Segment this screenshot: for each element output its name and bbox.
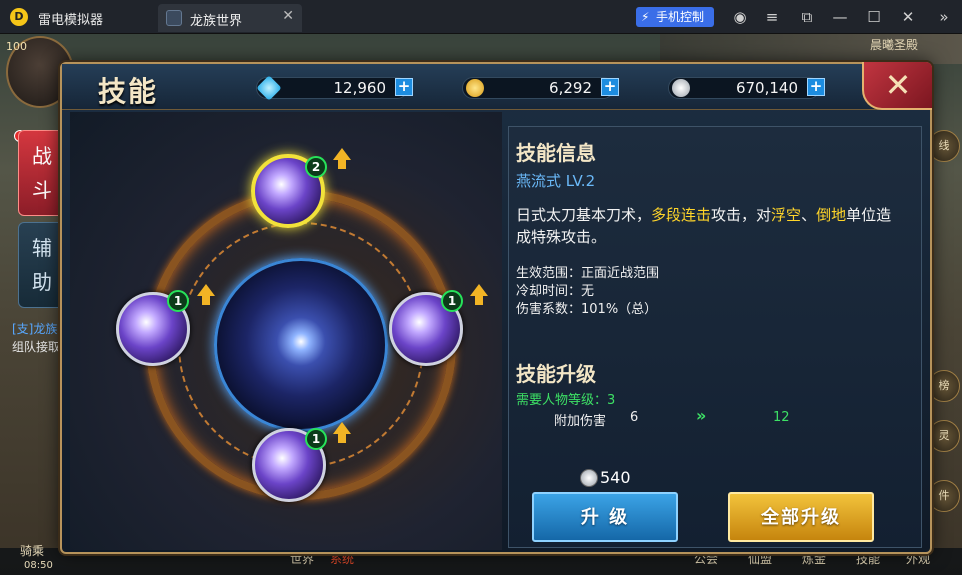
close-panel-button[interactable]: ✕ xyxy=(862,62,932,110)
add-gold-button[interactable]: + xyxy=(601,78,619,96)
gold-value: 6,292 xyxy=(549,79,592,97)
extra-damage-label: 附加伤害 xyxy=(554,414,607,429)
side-tab-assist-label: 辅 助 xyxy=(32,236,52,294)
stat-damage-coefficient: 伤害系数：101%（总） xyxy=(516,298,657,317)
chevron-right-icon: » xyxy=(696,406,707,425)
upgrade-all-button[interactable]: 全部升级 xyxy=(728,492,874,542)
phone-control-label: 手机控制 xyxy=(656,10,705,24)
clock-text: 08:50 xyxy=(24,560,53,571)
skill-name: 燕流式 LV.2 xyxy=(516,172,596,190)
upgrade-arrow-icon xyxy=(333,148,351,160)
upgrade-arrow-icon xyxy=(197,284,215,296)
tab-game[interactable]: 龙族世界 ✕ xyxy=(158,4,302,32)
right-hud-icon[interactable]: 榜 xyxy=(928,370,960,402)
upgrade-cost: 540 xyxy=(600,468,631,487)
stat-value: 正面近战范围 xyxy=(581,266,660,281)
right-hud-icon[interactable]: 灵 xyxy=(928,420,960,452)
maximize-icon[interactable]: ☐ xyxy=(862,6,886,28)
stat-cooldown: 冷却时间：无 xyxy=(516,280,594,299)
map-name: 晨曦圣殿 xyxy=(870,38,919,52)
desc-highlight: 浮空 xyxy=(771,206,802,224)
upgrade-arrow-stem xyxy=(475,296,483,305)
skill-level-badge: 2 xyxy=(305,156,327,178)
stat-value: 无 xyxy=(581,284,595,299)
mount-button[interactable]: 骑乘 xyxy=(20,542,44,559)
add-diamond-button[interactable]: + xyxy=(395,78,413,96)
desc-text: 、 xyxy=(801,206,817,224)
menu-icon[interactable]: ≡ xyxy=(760,6,784,28)
desc-highlight: 多段连击 xyxy=(651,206,712,224)
desc-highlight: 倒地 xyxy=(816,206,847,224)
chat-line: 组队接取 xyxy=(12,340,61,354)
skill-level-badge: 1 xyxy=(441,290,463,312)
stat-label: 冷却时间： xyxy=(516,284,582,299)
right-hud-icon[interactable]: 线 xyxy=(928,130,960,162)
upgrade-arrow-stem xyxy=(338,160,346,169)
skill-description: 日式太刀基本刀术，多段连击攻击，对浮空、倒地单位造成特殊攻击。 xyxy=(516,204,896,248)
close-window-icon[interactable]: ✕ xyxy=(896,6,920,28)
add-silver-button[interactable]: + xyxy=(807,78,825,96)
side-tab-battle[interactable]: 战 斗 xyxy=(18,130,66,216)
upgrade-arrow-icon xyxy=(333,422,351,434)
emulator-app-name: 雷电模拟器 xyxy=(38,13,104,28)
game-tab-icon xyxy=(166,10,182,26)
upgrade-arrow-icon xyxy=(470,284,488,296)
stat-range: 生效范围：正面近战范围 xyxy=(516,262,659,281)
silver-coin-icon xyxy=(580,469,598,487)
stat-label: 生效范围： xyxy=(516,266,582,281)
upgrade-button[interactable]: 升 级 xyxy=(532,492,678,542)
central-energy-orb xyxy=(214,258,388,432)
tab-close-icon[interactable]: ✕ xyxy=(282,8,294,24)
minimize-icon[interactable]: — xyxy=(828,6,852,28)
player-level: 100 xyxy=(6,40,27,53)
expand-sidebar-icon[interactable]: » xyxy=(932,6,956,28)
bolt-icon: ⚡ xyxy=(641,10,650,24)
emulator-titlebar: D 雷电模拟器 龙族世界 ✕ ⚡ 手机控制 ◉ ≡ ⧉ — ☐ ✕ » xyxy=(0,0,962,34)
stat-value: 101%（总） xyxy=(581,302,658,317)
silver-value: 670,140 xyxy=(735,79,798,97)
chat-line: [支]龙族 xyxy=(12,322,58,336)
skill-info-title: 技能信息 xyxy=(516,141,596,165)
upgrade-arrow-stem xyxy=(338,434,346,443)
skill-upgrade-title: 技能升级 xyxy=(516,362,596,386)
desc-text: 攻击，对 xyxy=(711,206,772,224)
tab-title: 龙族世界 xyxy=(190,14,243,29)
multi-window-icon[interactable]: ⧉ xyxy=(795,6,819,28)
right-hud-icon[interactable]: 件 xyxy=(928,480,960,512)
emulator-logo-icon: D xyxy=(10,8,28,26)
phone-control-button[interactable]: ⚡ 手机控制 xyxy=(636,7,714,27)
stat-label: 伤害系数： xyxy=(516,302,582,317)
skill-level-badge: 1 xyxy=(167,290,189,312)
level-requirement: 需要人物等级：3 xyxy=(516,393,616,408)
extra-damage-current: 6 xyxy=(630,410,639,425)
side-tab-assist[interactable]: 辅 助 xyxy=(18,222,66,308)
diamond-value: 12,960 xyxy=(333,79,387,97)
panel-title: 技能 xyxy=(98,75,159,108)
skill-level-badge: 1 xyxy=(305,428,327,450)
account-icon[interactable]: ◉ xyxy=(728,6,752,28)
desc-text: 日式太刀基本刀术， xyxy=(516,206,652,224)
extra-damage-next: 12 xyxy=(773,410,790,425)
upgrade-arrow-stem xyxy=(202,296,210,305)
side-tab-battle-label: 战 斗 xyxy=(32,144,52,202)
